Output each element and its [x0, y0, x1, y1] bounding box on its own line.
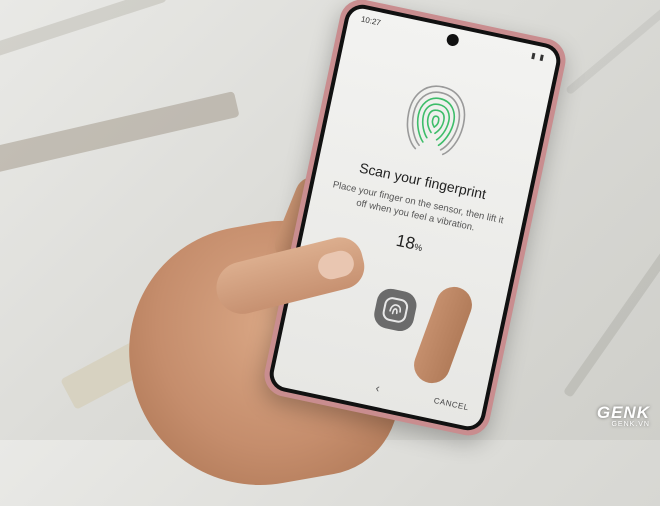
progress-unit: %: [413, 241, 424, 254]
background-stripe: [0, 91, 240, 175]
chevron-left-icon[interactable]: ‹: [374, 381, 381, 396]
cancel-button[interactable]: CANCEL: [433, 396, 470, 412]
signal-icons: ▮ ▮: [530, 50, 546, 63]
fingerprint-icon: [382, 297, 409, 323]
status-time: 10:27: [360, 14, 382, 28]
watermark-brand: GENK: [596, 403, 650, 422]
fingerprint-progress-icon: [395, 72, 478, 164]
genk-watermark: GENK GENK.VN: [597, 403, 650, 428]
background-stripe: [564, 0, 660, 96]
fingerprint-sensor-button[interactable]: [371, 286, 420, 334]
background-stripe: [0, 0, 168, 67]
background-stripe: [562, 212, 660, 398]
